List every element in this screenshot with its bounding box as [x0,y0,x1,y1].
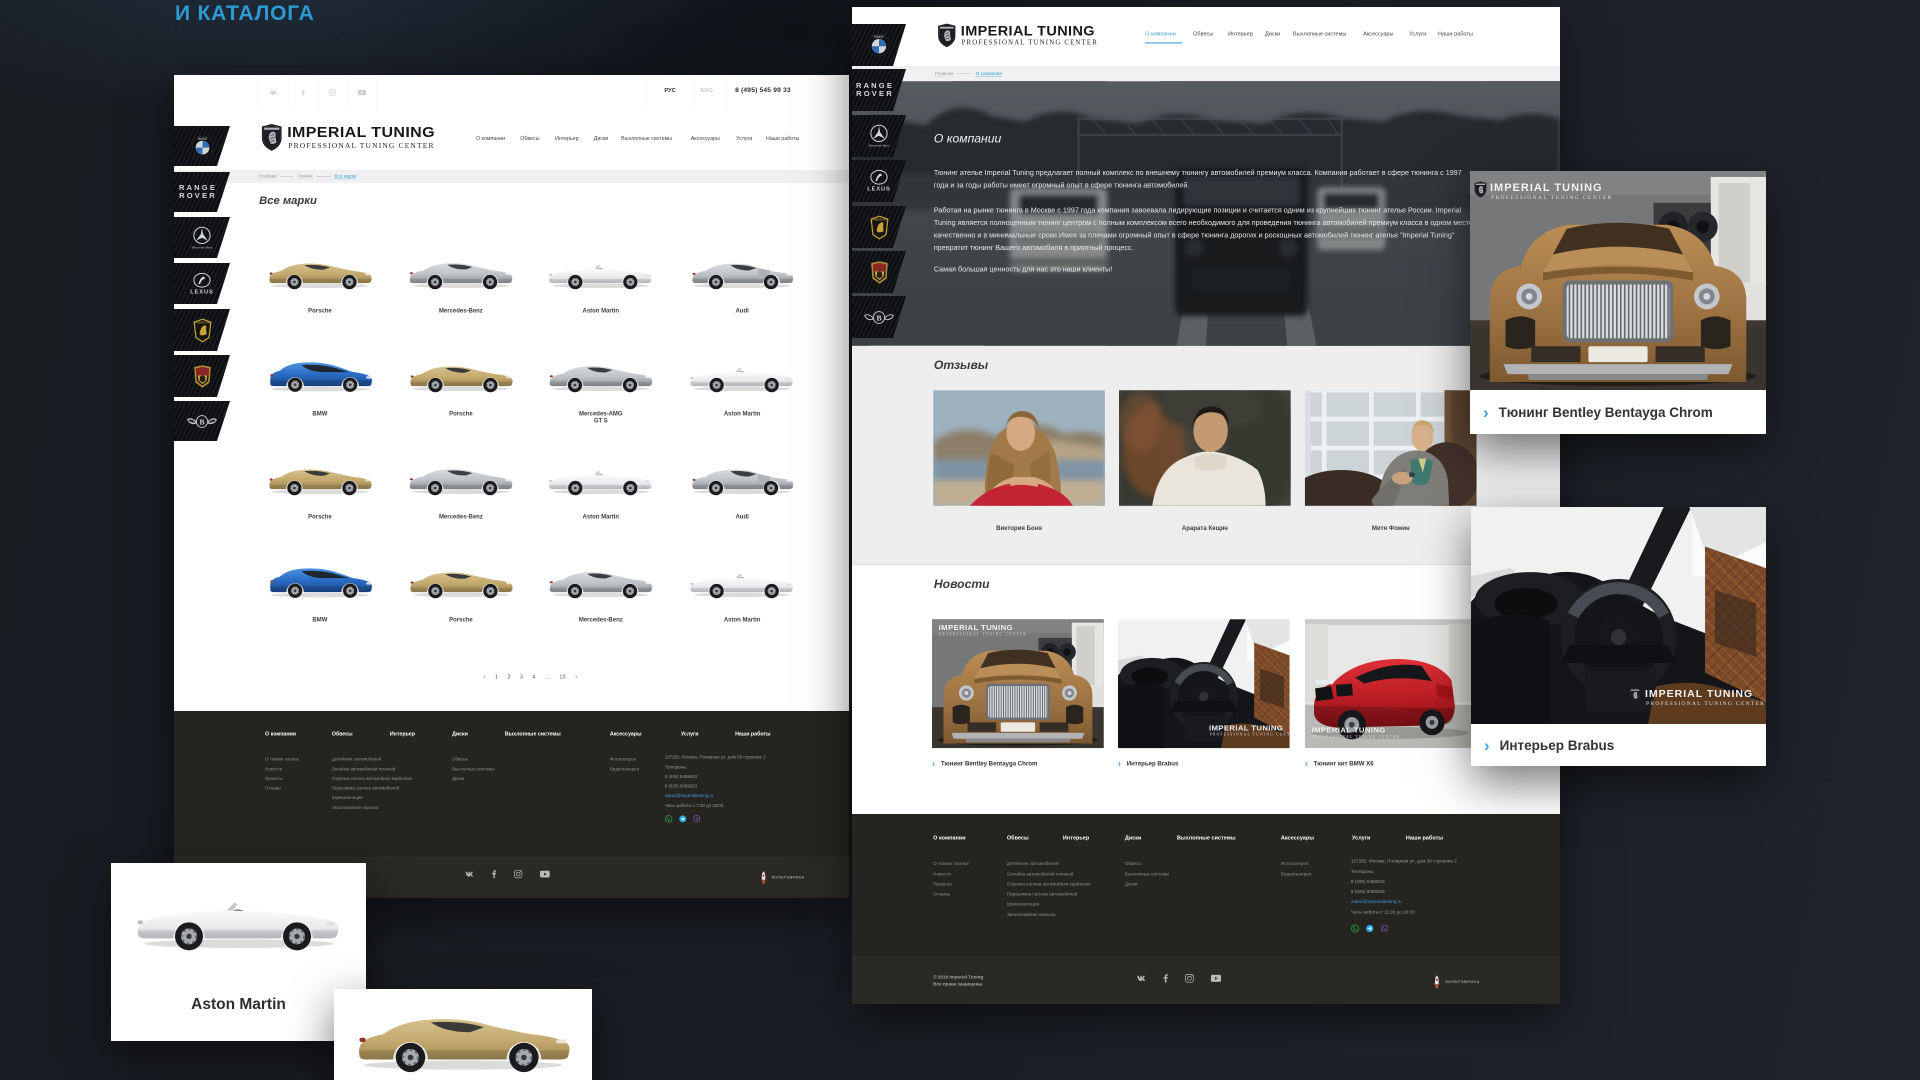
svg-text:B: B [199,417,204,426]
svg-text:B: B [876,313,881,322]
svg-text:Mercedes-Benz: Mercedes-Benz [868,143,890,147]
svg-text:LAMBORGHINI: LAMBORGHINI [871,218,888,221]
svg-text:LAMBORGHINI: LAMBORGHINI [194,321,211,324]
svg-text:BMW: BMW [197,136,207,140]
svg-text:BMW: BMW [874,34,884,39]
svg-text:LEXUS: LEXUS [190,289,213,295]
svg-text:LEXUS: LEXUS [867,186,890,192]
svg-text:Mercedes-Benz: Mercedes-Benz [191,245,213,249]
